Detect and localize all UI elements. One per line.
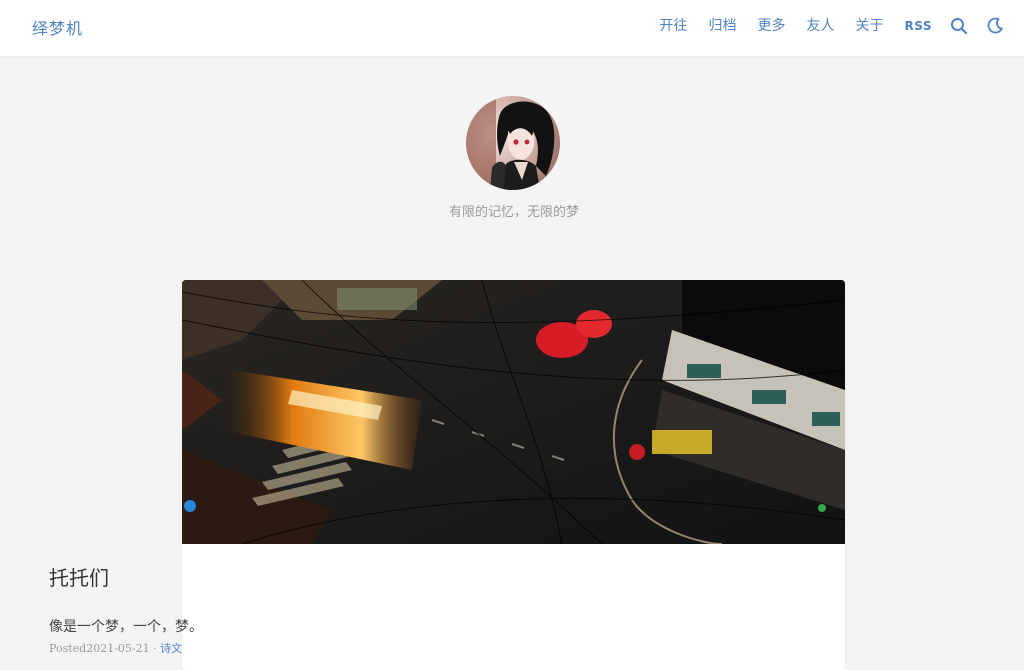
post-category-link[interactable]: 诗文 [160,642,182,655]
post-cover-image[interactable] [182,280,845,544]
posted-label: Posted [49,642,87,655]
post-card[interactable] [182,280,845,670]
site-tagline: 有限的记忆，无限的梦 [448,205,579,220]
post-date: 2021-05-21 [86,642,150,655]
post-excerpt: 像是一个梦，一个，梦。 [49,619,203,635]
nav-link-archive[interactable]: 归档 [709,14,737,38]
moon-icon[interactable] [986,17,1004,35]
post-meta: Posted2021-05-21 · 诗文 [49,640,182,656]
nav-link-friends[interactable]: 友人 [807,14,835,38]
nav-link-rss[interactable]: RSS [905,14,933,38]
nav-menu: 开往 归档 更多 友人 关于 RSS [639,14,1005,38]
post-title[interactable]: 托托们 [49,562,109,591]
nav-link-more[interactable]: 更多 [758,14,786,38]
nav-link-kaiwang[interactable]: 开往 [660,14,688,38]
nav-link-about[interactable]: 关于 [856,14,884,38]
site-brand[interactable]: 绎梦机 [32,15,83,39]
search-icon[interactable] [950,17,968,35]
top-navbar: 绎梦机 开往 归档 更多 友人 关于 RSS [0,0,1024,56]
meta-separator: · [153,642,157,655]
author-avatar[interactable] [466,96,560,190]
